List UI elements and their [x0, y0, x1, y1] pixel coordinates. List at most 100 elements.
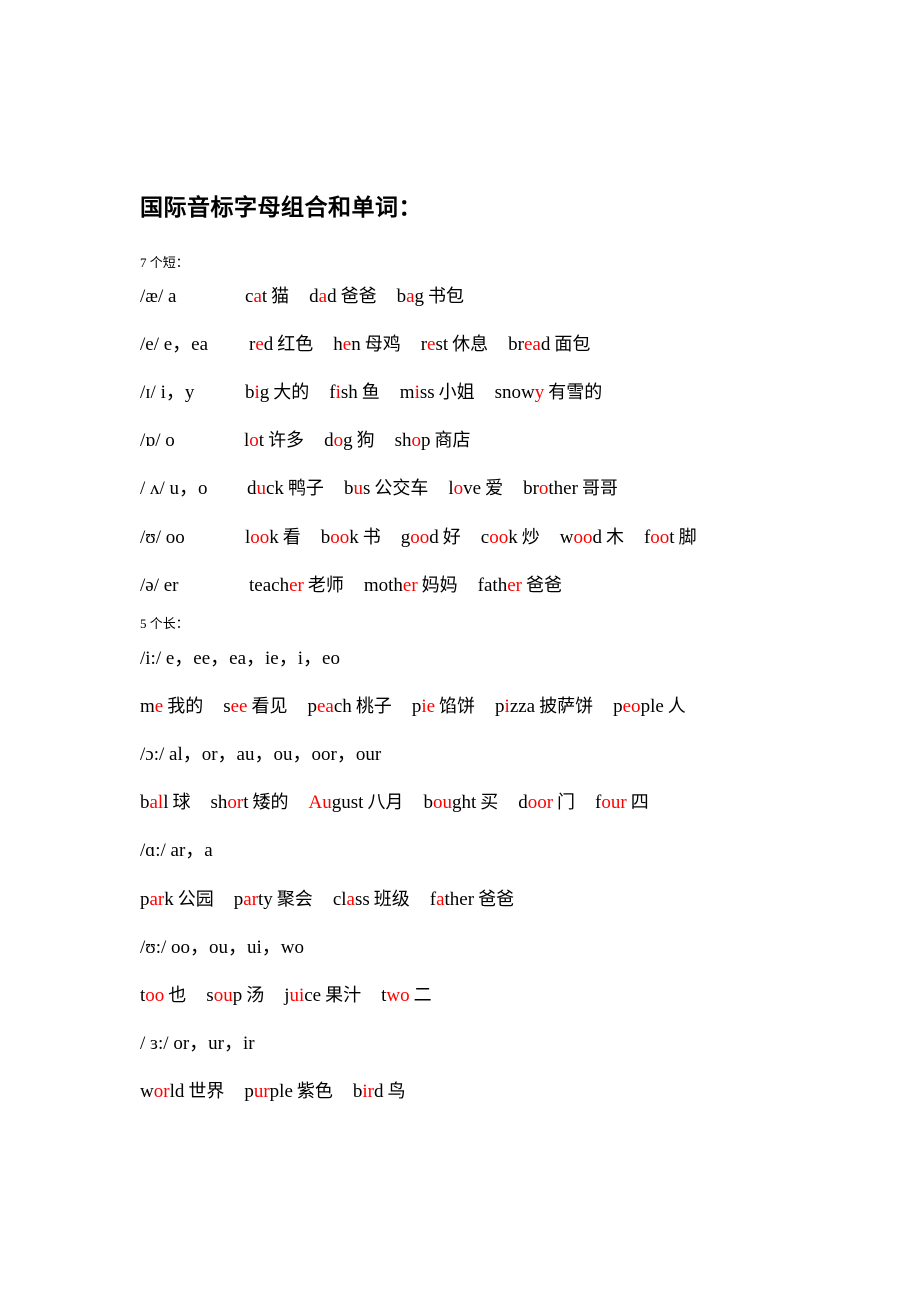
highlighted-letters: ie: [421, 696, 436, 717]
word-letters: ss: [419, 382, 435, 403]
highlighted-letters: ui: [289, 985, 305, 1006]
word-letters: k: [508, 527, 518, 548]
vocab-word: class 班级: [333, 889, 410, 910]
highlighted-letters: oo: [145, 985, 165, 1006]
highlighted-letters: oo: [250, 527, 270, 548]
chinese-meaning: 果汁: [325, 985, 362, 1006]
word-letters: teach: [249, 575, 290, 596]
long-vowel-words-row: park 公园 party 聚会 class 班级 father 爸爸: [140, 887, 534, 913]
chinese-meaning: 爱: [485, 478, 504, 499]
word-letters: ld: [169, 1081, 185, 1102]
word-list: red 红色 hen 母鸡 rest 休息 bread 面包: [249, 332, 610, 358]
vocab-word: party 聚会: [234, 889, 313, 910]
vocab-word: teacher 老师: [249, 575, 344, 596]
word-letters: cl: [332, 889, 347, 910]
chinese-meaning: 世界: [188, 1081, 225, 1102]
long-vowel-symbol-row: /ʊ:/ oo，ou，ui，wo: [140, 937, 305, 958]
chinese-meaning: 鸟: [387, 1081, 406, 1102]
vocab-word: rest 休息: [421, 334, 488, 355]
vocab-word: two 二: [381, 985, 432, 1006]
word-letters: ty: [258, 889, 273, 910]
word-letters: n: [351, 334, 361, 355]
chinese-meaning: 小姐: [438, 382, 475, 403]
word-letters: b: [343, 478, 354, 499]
document-title: 国际音标字母组合和单词：: [140, 195, 422, 221]
word-letters: ght: [451, 792, 477, 813]
long-vowel-words-row: me 我的 see 看见 peach 桃子 pie 馅饼 pizza 披萨饼 people 人: [140, 694, 706, 720]
chinese-meaning: 鸭子: [287, 478, 324, 499]
word-letters: b: [140, 792, 150, 813]
vocab-word: red 红色: [249, 334, 313, 355]
word-letters: d: [263, 334, 274, 355]
highlighted-letters: oo: [330, 527, 350, 548]
word-letters: p: [613, 696, 623, 717]
vocab-word: duck 鸭子: [247, 478, 324, 499]
word-letters: c: [480, 527, 490, 548]
chinese-meaning: 母鸡: [364, 334, 401, 355]
vocab-word: look 看: [245, 527, 301, 548]
chinese-meaning: 披萨饼: [539, 696, 594, 717]
highlighted-letters: ir: [362, 1081, 374, 1102]
highlighted-letters: o: [249, 430, 259, 451]
word-list: big 大的 fish 鱼 miss 小姐 snowy 有雪的: [245, 380, 622, 406]
word-letters: ve: [463, 478, 482, 499]
vocab-word: shop 商店: [395, 430, 471, 451]
chinese-meaning: 书: [362, 527, 381, 548]
phonetic-symbol: /e/ e，ea: [140, 334, 209, 355]
chinese-meaning: 爸爸: [525, 575, 562, 596]
chinese-meaning: 脚: [678, 527, 697, 548]
highlighted-letters: e: [255, 334, 264, 355]
vocab-word: miss 小姐: [400, 382, 475, 403]
word-letters: d: [374, 1081, 384, 1102]
highlighted-letters: er: [289, 575, 304, 596]
long-vowel-symbol-row: / ɜ:/ or，ur，ir: [140, 1033, 255, 1054]
word-letters: p: [495, 696, 505, 717]
vocab-word: door 门: [518, 792, 575, 813]
highlighted-letters: oor: [527, 792, 554, 813]
word-letters: g: [259, 382, 270, 403]
chinese-meaning: 老师: [307, 575, 344, 596]
chinese-meaning: 红色: [277, 334, 314, 355]
chinese-meaning: 商店: [434, 430, 471, 451]
word-letters: t: [243, 792, 249, 813]
chinese-meaning: 桃子: [355, 696, 392, 717]
word-letters: b: [320, 527, 331, 548]
highlighted-letters: er: [507, 575, 522, 596]
vocab-word: bird 鸟: [353, 1081, 406, 1102]
word-letters: p: [420, 430, 431, 451]
highlighted-letters: o: [538, 478, 549, 499]
short-vowels-label: 7 个短：: [140, 255, 189, 270]
highlighted-letters: eo: [622, 696, 641, 717]
highlighted-letters: o: [453, 478, 464, 499]
word-letters: d: [518, 792, 528, 813]
word-letters: moth: [363, 575, 403, 596]
word-letters: s: [223, 696, 231, 717]
chinese-meaning: 哥哥: [581, 478, 618, 499]
phonetic-symbol: /ʊ/ oo: [140, 527, 185, 548]
word-letters: snow: [494, 382, 535, 403]
vocab-word: father 爸爸: [478, 575, 562, 596]
highlighted-letters: e: [154, 696, 164, 717]
word-letters: fath: [477, 575, 508, 596]
highlighted-letters: wo: [386, 985, 410, 1006]
word-list: cat 猫 dad 爸爸 bag 书包: [245, 284, 484, 310]
word-letters: sh: [210, 792, 228, 813]
chinese-meaning: 爸爸: [340, 286, 377, 307]
highlighted-letters: ee: [230, 696, 248, 717]
word-letters: d: [429, 527, 439, 548]
vocab-word: cook 炒: [481, 527, 540, 548]
vocab-word: big 大的: [245, 382, 309, 403]
highlighted-letters: y: [534, 382, 545, 403]
word-letters: t: [261, 286, 268, 307]
word-letters: s: [362, 478, 371, 499]
word-letters: l: [163, 792, 169, 813]
highlighted-letters: e: [342, 334, 352, 355]
highlighted-letters: ou: [432, 792, 452, 813]
long-vowel-words-row: ball 球 short 矮的 August 八月 bought 买 door 门 four 四: [140, 790, 669, 816]
word-list: lot 许多 dog 狗 shop 商店: [244, 428, 490, 454]
word-letters: w: [140, 1081, 154, 1102]
word-letters: d: [247, 478, 257, 499]
chinese-meaning: 鱼: [361, 382, 380, 403]
vocab-word: short 矮的: [211, 792, 289, 813]
chinese-meaning: 炒: [521, 527, 540, 548]
